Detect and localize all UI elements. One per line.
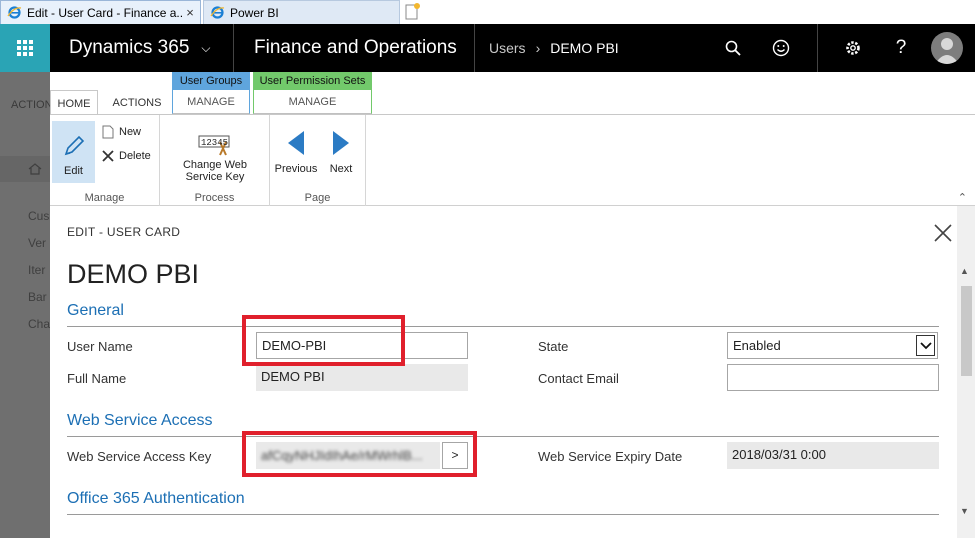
contact-email-field[interactable] (727, 364, 939, 391)
state-select[interactable]: Enabled (727, 332, 938, 359)
action-ribbon: User Groups User Permission Sets HOME AC… (50, 72, 975, 207)
section-divider (67, 436, 939, 437)
dialog-title: EDIT - USER CARD (67, 225, 181, 239)
tab-home[interactable]: HOME (50, 90, 98, 114)
previous-button[interactable]: Previous (275, 129, 317, 175)
new-document-icon (100, 124, 116, 140)
state-label: State (538, 339, 569, 354)
tab-actions[interactable]: ACTIONS (107, 90, 167, 114)
tab-user-groups-manage[interactable]: MANAGE (172, 90, 250, 114)
chevron-down-icon: ⌵ (201, 40, 211, 55)
scroll-up-icon[interactable]: ▲ (960, 266, 969, 276)
section-web-service-access[interactable]: Web Service Access (67, 412, 213, 430)
delete-x-icon (100, 148, 116, 164)
collapse-ribbon-icon[interactable]: ⌃ (958, 191, 967, 204)
group-label-page: Page (304, 192, 331, 204)
ribbon-body: Edit New Delete Manage 12345 Change Web … (50, 114, 975, 207)
background-page: ACTION Cus Ver Iter Bar Cha (0, 72, 53, 538)
web-service-expiry-field: 2018/03/31 0:00 (727, 442, 939, 469)
ribbon-group-page: Previous Next Page (270, 115, 366, 207)
nav-divider (817, 24, 818, 72)
dialog-scrollbar[interactable]: ▲ ▼ (957, 206, 975, 538)
section-general[interactable]: General (67, 302, 124, 320)
change-web-service-key-button[interactable]: 12345 Change Web Service Key (165, 133, 265, 183)
breadcrumb-users[interactable]: Users (489, 40, 526, 56)
edit-button[interactable]: Edit (52, 121, 95, 183)
highlight-user-name (242, 315, 405, 366)
group-label-manage: Manage (84, 192, 125, 204)
full-name-field: DEMO PBI (256, 364, 468, 391)
background-item: Cha (28, 317, 51, 331)
scroll-down-icon[interactable]: ▼ (960, 506, 969, 516)
help-icon[interactable]: ? (883, 24, 919, 72)
background-item: Iter (28, 263, 46, 277)
chevron-right-icon: › (535, 40, 541, 56)
next-label: Next (329, 163, 353, 175)
highlight-web-service-key (242, 431, 477, 477)
browser-tab-user-card[interactable]: Edit - User Card - Finance a... × (0, 0, 201, 24)
arrow-right-icon (333, 131, 349, 155)
change-web-service-key-label: Change Web Service Key (182, 159, 247, 183)
new-label: New (119, 126, 142, 138)
state-selected-value: Enabled (733, 338, 781, 353)
contextual-header-user-permission-sets: User Permission Sets (253, 72, 372, 90)
background-item: Cus (28, 209, 50, 223)
chevron-down-icon (916, 335, 935, 356)
ie-icon (7, 5, 22, 20)
browser-tab-title: Edit - User Card - Finance a... (27, 5, 183, 20)
ribbon-group-manage: Edit New Delete Manage (50, 115, 160, 207)
keyboard-key-icon: 12345 (198, 133, 232, 157)
brand-menu[interactable]: Dynamics 365 ⌵ (50, 24, 234, 72)
next-button[interactable]: Next (322, 129, 360, 175)
background-item: Ver (28, 236, 47, 250)
avatar[interactable] (931, 32, 963, 64)
close-icon[interactable] (932, 222, 954, 244)
section-divider (67, 514, 939, 515)
edit-label: Edit (64, 165, 83, 177)
breadcrumb: Users › DEMO PBI (489, 24, 619, 72)
tab-user-permission-sets-manage[interactable]: MANAGE (253, 90, 372, 114)
ie-icon (210, 5, 225, 20)
edit-user-card-dialog: EDIT - USER CARD DEMO PBI General User N… (50, 206, 957, 538)
breadcrumb-current: DEMO PBI (550, 40, 619, 56)
section-office-365-authentication[interactable]: Office 365 Authentication (67, 490, 245, 508)
previous-label: Previous (274, 163, 318, 175)
new-button[interactable]: New (100, 124, 141, 140)
new-tab-icon[interactable] (402, 2, 422, 22)
search-icon[interactable] (715, 24, 751, 72)
page-title: DEMO PBI (67, 259, 200, 289)
brand-label: Dynamics 365 (69, 37, 190, 58)
section-divider (67, 326, 939, 327)
delete-button[interactable]: Delete (100, 148, 151, 164)
key-icon-text: 12345 (201, 138, 229, 148)
browser-tab-strip: Edit - User Card - Finance a... × Power … (0, 0, 975, 24)
contextual-header-user-groups: User Groups (172, 72, 250, 90)
gear-icon[interactable] (835, 24, 871, 72)
user-name-label: User Name (67, 339, 133, 354)
browser-tab-power-bi[interactable]: Power BI (203, 0, 400, 24)
full-name-label: Full Name (67, 371, 127, 386)
ribbon-group-process: 12345 Change Web Service Key Process (160, 115, 270, 207)
top-nav-bar: Dynamics 365 ⌵ Finance and Operations Us… (0, 24, 975, 72)
home-icon (0, 156, 50, 182)
web-service-key-label: Web Service Access Key (67, 449, 212, 464)
pencil-icon (64, 135, 84, 156)
app-launcher-icon[interactable] (0, 24, 50, 72)
close-tab-icon[interactable]: × (183, 5, 197, 20)
smiley-feedback-icon[interactable] (763, 24, 799, 72)
group-label-process: Process (194, 192, 235, 204)
browser-tab-title: Power BI (230, 5, 279, 20)
delete-label: Delete (119, 150, 151, 162)
web-service-expiry-label: Web Service Expiry Date (538, 449, 683, 464)
module-title: Finance and Operations (235, 24, 475, 72)
background-tab-action: ACTION (11, 99, 53, 111)
scrollbar-thumb[interactable] (961, 286, 972, 376)
arrow-left-icon (288, 131, 304, 155)
background-item: Bar (28, 290, 47, 304)
contact-email-label: Contact Email (538, 371, 619, 386)
